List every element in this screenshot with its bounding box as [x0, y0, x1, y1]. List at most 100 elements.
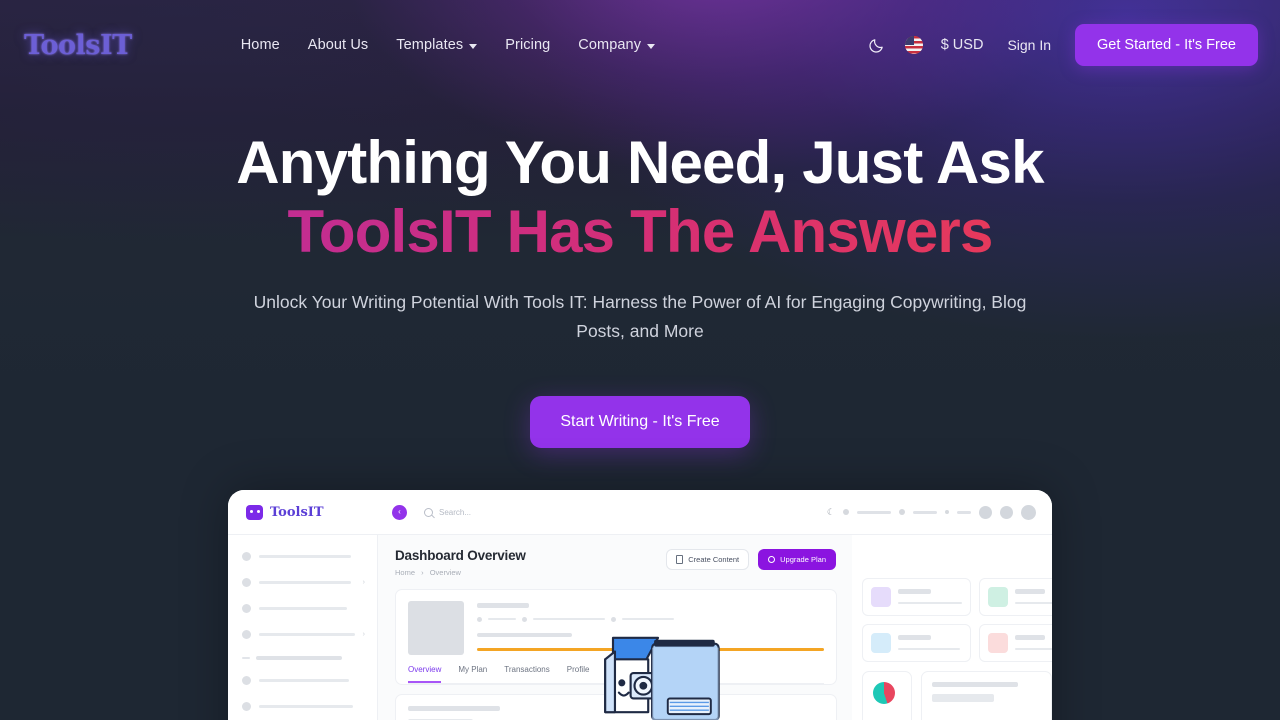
mock-stat-tile[interactable]: [979, 624, 1052, 662]
tab-my-plan[interactable]: My Plan: [458, 665, 487, 683]
nav-label: Templates: [396, 37, 464, 53]
nav-item-company[interactable]: Company: [578, 37, 656, 53]
mock-sidebar-divider: [242, 656, 365, 660]
tile-swatch: [988, 587, 1008, 607]
hero-cta-wrapper: Start Writing - It's Free: [0, 396, 1280, 448]
mock-stat-tile[interactable]: [862, 624, 971, 662]
bullet-icon: [242, 552, 251, 561]
mock-sidebar-item[interactable]: ›: [242, 578, 365, 587]
mock-wide-card: [921, 671, 1052, 720]
mock-logo-label: ToolsIT: [270, 504, 324, 520]
mock-bottom-cards: [862, 671, 1052, 720]
donut-chart-icon: [873, 682, 895, 704]
mock-skeleton-dot: [945, 510, 949, 514]
mock-right-column: [852, 535, 1052, 720]
create-content-label: Create Content: [688, 555, 740, 564]
mock-brand-logo: ToolsIT: [246, 504, 374, 520]
chevron-right-icon: ›: [362, 579, 365, 586]
bullet-icon: [242, 676, 251, 685]
nav-label: About Us: [307, 37, 369, 53]
mock-search-placeholder: Search...: [439, 507, 472, 517]
mock-stat-tile[interactable]: [979, 578, 1052, 616]
robot-icon: [246, 504, 263, 520]
hero-subtitle: Unlock Your Writing Potential With Tools…: [253, 292, 1027, 341]
mock-skeleton-bar: [957, 510, 971, 514]
breadcrumb-root[interactable]: Home: [395, 568, 415, 577]
skeleton-label: [259, 554, 351, 559]
brand-logo[interactable]: ToolsIT: [24, 30, 132, 61]
bullet-icon: [242, 702, 251, 711]
us-flag-icon[interactable]: [904, 36, 923, 54]
breadcrumb-current: Overview: [429, 568, 461, 577]
tab-transactions[interactable]: Transactions: [504, 665, 550, 683]
mock-search-field[interactable]: Search...: [424, 507, 472, 517]
mock-moon-icon[interactable]: ☾: [827, 507, 835, 518]
medal-icon: [768, 556, 776, 563]
nav-label: Company: [578, 37, 642, 53]
mock-skeleton-bar: [857, 510, 891, 514]
nav-label: Home: [240, 37, 280, 53]
upgrade-plan-button[interactable]: Upgrade Plan: [758, 549, 836, 570]
tile-swatch: [871, 587, 891, 607]
mock-sidebar-item[interactable]: [242, 552, 365, 561]
avatar[interactable]: [1021, 504, 1036, 520]
breadcrumb-separator: ›: [421, 568, 424, 577]
document-icon: [676, 555, 684, 564]
mock-sidebar-item[interactable]: [242, 676, 365, 685]
nav-item-home[interactable]: Home: [241, 37, 280, 53]
mock-skeleton-dot: [899, 509, 905, 515]
start-writing-button[interactable]: Start Writing - It's Free: [530, 396, 750, 448]
sign-in-link[interactable]: Sign In: [1007, 37, 1051, 53]
tab-profile[interactable]: Profile: [567, 665, 590, 683]
create-content-button[interactable]: Create Content: [666, 549, 750, 570]
tile-swatch: [988, 633, 1008, 653]
chevron-down-icon: [469, 43, 478, 49]
chevron-right-icon: ›: [362, 631, 365, 638]
bullet-icon: [242, 604, 251, 613]
mock-sidebar-item[interactable]: ›: [242, 630, 365, 639]
upgrade-plan-label: Upgrade Plan: [780, 555, 826, 564]
mock-sidebar-item[interactable]: [242, 604, 365, 613]
search-icon: [424, 507, 433, 517]
mock-tile-grid: [862, 578, 1052, 662]
bullet-icon: [242, 578, 251, 587]
bullet-icon: [242, 630, 251, 639]
skeleton-label: [259, 632, 355, 637]
skeleton-label: [259, 678, 349, 683]
nav-label: Pricing: [505, 37, 551, 53]
get-started-button[interactable]: Get Started - It's Free: [1075, 24, 1258, 66]
mock-action-buttons: Create Content Upgrade Plan: [666, 549, 836, 570]
nav-item-about-us[interactable]: About Us: [308, 37, 368, 53]
main-navigation: Home About Us Templates Pricing Company: [241, 37, 656, 53]
tab-overview[interactable]: Overview: [408, 665, 442, 683]
thumbnail-placeholder: [408, 601, 464, 655]
skeleton-label: [259, 580, 351, 585]
mock-small-card: [862, 671, 912, 720]
moon-icon[interactable]: [866, 34, 888, 56]
avatar[interactable]: [979, 505, 992, 519]
mock-stat-tile[interactable]: [862, 578, 971, 616]
mock-sidebar-item[interactable]: [242, 702, 365, 711]
mock-sidebar: › ›: [228, 535, 378, 720]
chevron-down-icon: [647, 43, 656, 49]
nav-item-pricing[interactable]: Pricing: [505, 37, 550, 53]
mock-skeleton-dot: [843, 509, 849, 515]
robot-illustration: [604, 636, 720, 720]
site-header: ToolsIT Home About Us Templates Pricing …: [0, 0, 1280, 90]
skeleton-label: [259, 606, 347, 611]
mock-topbar: ToolsIT ‹ Search... ☾: [228, 490, 1052, 535]
nav-item-templates[interactable]: Templates: [396, 37, 478, 53]
mock-topbar-actions: ☾: [827, 504, 1052, 520]
mock-skeleton-bar: [913, 510, 937, 514]
hero-heading-line2: ToolsIT Has The Answers: [0, 197, 1280, 266]
skeleton-label: [259, 704, 353, 709]
avatar[interactable]: [1000, 505, 1013, 519]
currency-selector[interactable]: $ USD: [941, 37, 984, 53]
header-actions: $ USD Sign In Get Started - It's Free: [866, 24, 1258, 66]
hero-heading-line1: Anything You Need, Just Ask: [236, 129, 1044, 196]
sidebar-collapse-button[interactable]: ‹: [392, 504, 407, 520]
page-root: ToolsIT Home About Us Templates Pricing …: [0, 0, 1280, 720]
hero-heading: Anything You Need, Just Ask ToolsIT Has …: [0, 128, 1280, 266]
tile-swatch: [871, 633, 891, 653]
hero-section: Anything You Need, Just Ask ToolsIT Has …: [0, 128, 1280, 448]
